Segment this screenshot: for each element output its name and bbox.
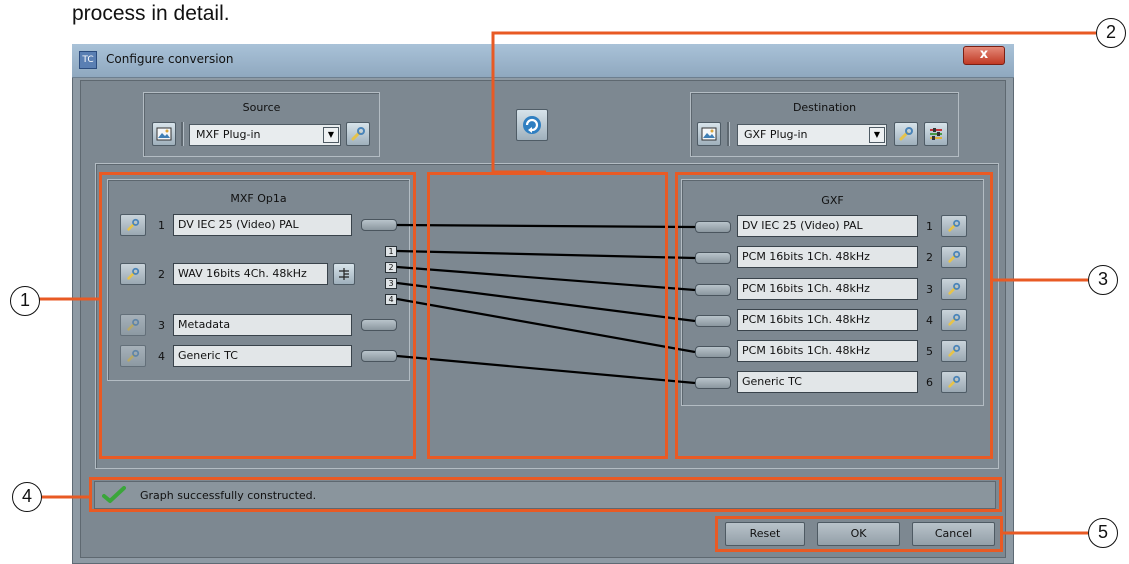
callout-4: 4 <box>12 482 42 512</box>
callout-3: 3 <box>1088 265 1118 295</box>
callout-1: 1 <box>10 286 40 316</box>
leader-2 <box>491 31 1096 174</box>
callout-leaders <box>39 31 1096 535</box>
callout-2: 2 <box>1096 18 1126 48</box>
callout-5: 5 <box>1088 518 1118 548</box>
